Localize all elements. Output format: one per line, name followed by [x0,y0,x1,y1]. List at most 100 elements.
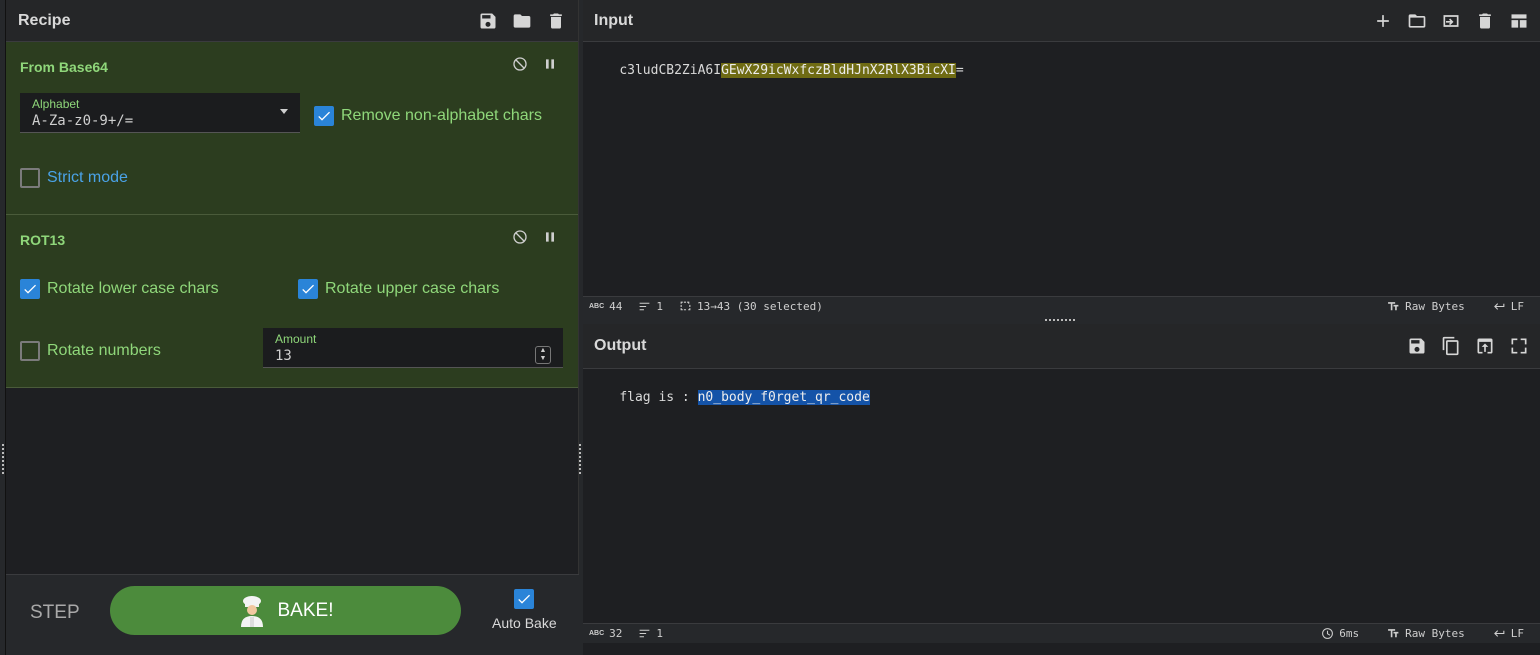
output-header: Output [583,324,1540,369]
input-text-selected: GEwX29icWxfczBldHJnX2RlX3BicXI [721,63,956,78]
eol-value: LF [1510,627,1524,640]
vertical-resize-handle[interactable] [579,444,581,474]
eol-selector[interactable]: LF [1493,300,1524,313]
checkbox-label: Rotate upper case chars [325,280,500,297]
checkbox-checked-icon [298,279,318,299]
left-resize-handle[interactable] [2,444,4,474]
encoding-value: Raw Bytes [1405,627,1465,640]
auto-bake-label: Auto Bake [492,615,557,631]
alphabet-label: Alphabet [32,97,80,111]
input-text-area[interactable]: c3ludCB2ZiA6IGEwX29icWxfczBldHJnX2RlX3Bi… [588,48,964,93]
operation-title: From Base64 [20,59,108,75]
input-status-bar: ABC 44 1 13→43 (30 selected) Raw Bytes LF [583,296,1540,316]
input-title: Input [594,11,634,29]
operation-title: ROT13 [20,232,66,248]
operation-rot13: ROT13 Rotate lower case chars Rotate upp… [6,215,578,388]
input-text-before: c3ludCB2ZiA6I [619,63,722,78]
checkbox-label: Rotate lower case chars [47,280,219,297]
amount-label: Amount [275,332,317,346]
length-icon: ABC [589,303,605,310]
recipe-panel: Recipe From Base64 Alphabet A-Za-z0-9+/= [6,0,579,655]
text-format-icon [1388,302,1399,311]
pause-operation-icon[interactable] [542,229,558,250]
recipe-header: Recipe [6,0,578,42]
open-file-input-icon[interactable] [1441,11,1461,31]
load-recipe-folder-icon[interactable] [512,11,532,31]
lines-value: 1 [656,627,664,640]
save-recipe-icon[interactable] [478,11,498,31]
length-stat: ABC 44 [589,300,622,313]
input-text-after: = [955,63,964,78]
rotate-numbers-checkbox[interactable]: Rotate numbers [20,341,161,361]
output-text-selected: n0_body_f0rget_qr_code [697,390,870,405]
bake-bar: STEP BAKE! Auto Bake [6,574,579,655]
clear-recipe-trash-icon[interactable] [546,11,566,31]
output-panel: Output flag is : n0_body_f0rget_qr_code … [583,324,1540,655]
selection-icon [680,301,691,311]
strict-mode-checkbox[interactable]: Strict mode [20,168,128,188]
time-value: 6ms [1339,627,1360,640]
lines-icon [640,302,650,311]
step-button[interactable]: STEP [30,602,80,624]
add-tab-plus-icon[interactable] [1373,11,1393,31]
selection-stat: 13→43 (30 selected) [679,300,823,313]
dropdown-arrow-icon [280,109,288,114]
lines-stat: 1 [638,627,663,640]
text-format-icon [1388,629,1399,638]
disable-operation-icon[interactable] [512,229,528,250]
input-header: Input [583,0,1540,42]
clear-input-trash-icon[interactable] [1475,11,1495,31]
replace-input-icon[interactable] [1475,336,1495,356]
output-text-before: flag is : [619,390,698,405]
length-stat: ABC 32 [589,627,622,640]
lines-stat: 1 [638,300,663,313]
disable-operation-icon[interactable] [512,56,528,77]
selection-value: 13→43 (30 selected) [697,300,823,313]
checkbox-unchecked-icon [20,168,40,188]
encoding-value: Raw Bytes [1405,300,1465,313]
remove-non-alphabet-checkbox[interactable]: Remove non-alphabet chars [314,106,542,126]
checkbox-checked-icon [314,106,334,126]
recipe-title: Recipe [18,11,71,29]
input-panel: Input c3ludCB2ZiA6IGEwX29icWxfczBldHJnX2… [583,0,1540,316]
checkbox-checked-icon [20,279,40,299]
horizontal-resize-handle[interactable] [1045,319,1077,321]
reset-layout-icon[interactable] [1509,11,1529,31]
amount-value: 13 [275,348,292,364]
bake-time-stat: 6ms [1321,627,1359,640]
amount-input[interactable]: Amount 13 ▲ ▼ [263,328,563,368]
bake-label: BAKE! [277,599,334,621]
save-output-icon[interactable] [1407,336,1427,356]
maximise-output-icon[interactable] [1509,336,1529,356]
return-arrow-icon [1493,303,1505,310]
bake-button[interactable]: BAKE! [110,586,461,635]
length-value: 44 [609,300,623,313]
encoding-selector[interactable]: Raw Bytes [1387,627,1465,640]
lines-icon [640,629,650,638]
checkbox-unchecked-icon [20,341,40,361]
alphabet-value: A-Za-z0-9+/= [32,113,134,129]
open-folder-icon[interactable] [1407,11,1427,31]
eol-selector[interactable]: LF [1493,627,1524,640]
spinner-icon[interactable]: ▲ ▼ [535,346,551,364]
rotate-upper-checkbox[interactable]: Rotate upper case chars [298,279,499,299]
pause-operation-icon[interactable] [542,56,558,77]
return-arrow-icon [1493,630,1505,637]
eol-value: LF [1510,300,1524,313]
copy-output-icon[interactable] [1441,336,1461,356]
operation-from-base64: From Base64 Alphabet A-Za-z0-9+/= Remove… [6,42,578,215]
checkbox-label: Rotate numbers [47,342,161,359]
length-value: 32 [609,627,623,640]
length-icon: ABC [589,630,605,637]
chef-icon [240,595,263,627]
alphabet-select[interactable]: Alphabet A-Za-z0-9+/= [20,93,300,133]
rotate-lower-checkbox[interactable]: Rotate lower case chars [20,279,219,299]
checkbox-label: Strict mode [47,169,128,186]
auto-bake-checkbox[interactable] [514,589,534,609]
output-title: Output [594,337,647,354]
encoding-selector[interactable]: Raw Bytes [1387,300,1465,313]
output-text-area[interactable]: flag is : n0_body_f0rget_qr_code [588,375,870,420]
output-status-bar: ABC 32 1 6ms Raw Bytes LF [583,623,1540,643]
checkbox-label: Remove non-alphabet chars [341,107,543,124]
lines-value: 1 [656,300,664,313]
